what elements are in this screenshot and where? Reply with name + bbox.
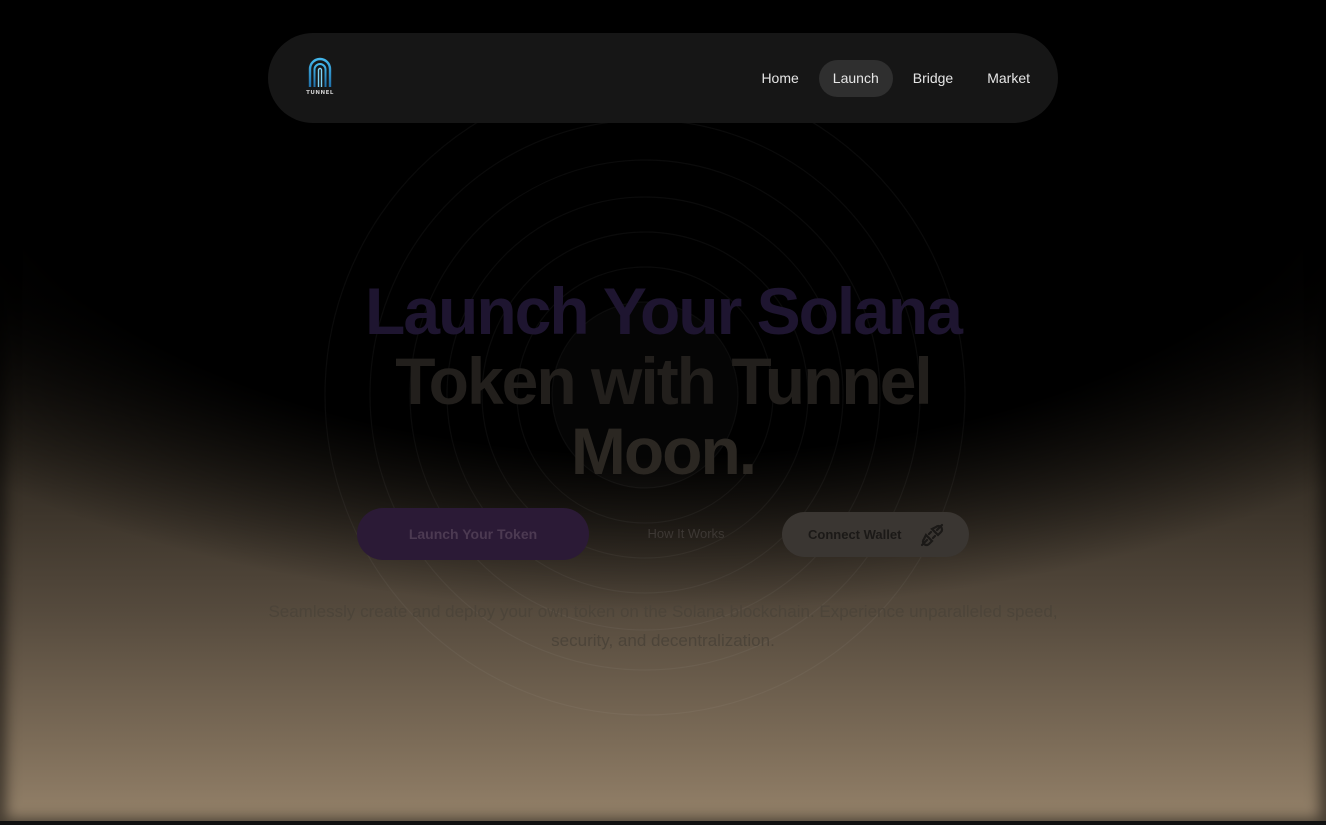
navbar: TUNNEL Home Launch Bridge Market <box>268 33 1058 123</box>
nav-market[interactable]: Market <box>973 60 1044 97</box>
connect-wallet-button[interactable]: Connect Wallet <box>782 512 969 557</box>
nav-links: Home Launch Bridge Market <box>741 60 1044 97</box>
hero-title-line3: Moon. <box>570 414 757 488</box>
hero-title-line1: Launch Your Solana <box>365 274 963 348</box>
logo-text: TUNNEL <box>306 90 334 96</box>
page: TUNNEL Home Launch Bridge Market Launch … <box>0 0 1326 825</box>
launch-token-button[interactable]: Launch Your Token <box>357 508 589 560</box>
nav-home[interactable]: Home <box>747 60 812 97</box>
hero-title-line2: Token with Tunnel <box>395 344 933 418</box>
tunnel-logo[interactable]: TUNNEL <box>300 56 340 102</box>
tunnel-logo-icon <box>308 57 332 87</box>
nav-launch[interactable]: Launch <box>818 60 893 97</box>
plug-icon <box>920 523 944 547</box>
hero-subtitle: Seamlessly create and deploy your own to… <box>268 602 1058 650</box>
bottom-edge <box>0 821 1326 825</box>
how-it-works-button[interactable]: How It Works <box>620 508 752 560</box>
hero-title: Launch Your Solana Token with Tunnel Moo… <box>263 276 1063 486</box>
nav-bridge[interactable]: Bridge <box>899 60 967 97</box>
connect-wallet-label: Connect Wallet <box>808 527 902 542</box>
